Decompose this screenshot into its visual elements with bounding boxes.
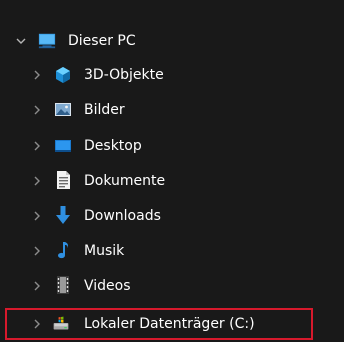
- chevron-right-icon[interactable]: [31, 175, 43, 187]
- chevron-right-icon[interactable]: [31, 245, 43, 257]
- film-icon: [54, 276, 72, 294]
- music-note-icon: [54, 241, 72, 259]
- tree-item-musik[interactable]: Musik: [0, 236, 344, 266]
- tree-item-dokumente[interactable]: Dokumente: [0, 166, 344, 196]
- cube-3d-icon: [54, 66, 72, 84]
- chevron-right-icon[interactable]: [31, 210, 43, 222]
- tree-item-bilder[interactable]: Bilder: [0, 95, 344, 125]
- chevron-right-icon[interactable]: [31, 280, 43, 292]
- document-icon: [54, 171, 72, 189]
- tree-item-label: Downloads: [84, 208, 161, 224]
- chevron-right-icon[interactable]: [31, 140, 43, 152]
- chevron-right-icon[interactable]: [31, 104, 43, 116]
- tree-item-label: 3D-Objekte: [84, 67, 164, 83]
- tree-item-label: Dokumente: [84, 173, 166, 189]
- tree-item-dieser-pc[interactable]: Dieser PC: [0, 26, 344, 56]
- tree-item-downloads[interactable]: Downloads: [0, 201, 344, 231]
- pictures-icon: [54, 101, 72, 119]
- chevron-down-icon[interactable]: [15, 35, 27, 47]
- tree-item-3d-objekte[interactable]: 3D-Objekte: [0, 60, 344, 90]
- tree-item-label: Videos: [84, 278, 131, 294]
- chevron-right-icon[interactable]: [31, 69, 43, 81]
- highlight-box: [5, 308, 313, 340]
- tree-item-desktop[interactable]: Desktop: [0, 131, 344, 161]
- tree-item-videos[interactable]: Videos: [0, 271, 344, 301]
- navigation-tree: Dieser PC 3D-Objekte Bilder Desktop Doku…: [0, 0, 344, 342]
- tree-item-label: Bilder: [84, 102, 125, 118]
- tree-item-label: Desktop: [84, 138, 142, 154]
- monitor-icon: [38, 32, 56, 50]
- desktop-icon: [54, 137, 72, 155]
- download-arrow-icon: [54, 206, 72, 224]
- tree-item-label: Musik: [84, 243, 125, 259]
- tree-item-label: Dieser PC: [68, 33, 136, 49]
